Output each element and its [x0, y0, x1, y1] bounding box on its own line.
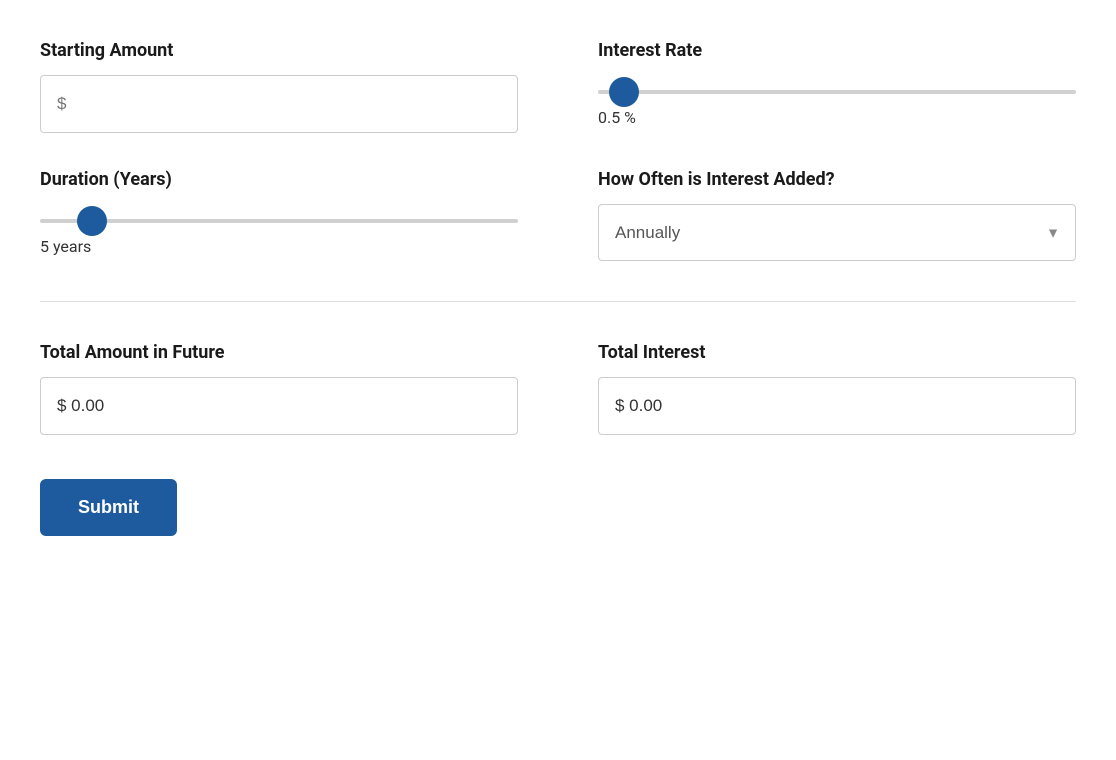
total-future-section: Total Amount in Future	[40, 342, 518, 435]
interest-rate-slider-wrapper: 0.5 %	[598, 75, 1076, 127]
total-future-input	[40, 377, 518, 435]
interest-rate-section: Interest Rate 0.5 %	[598, 40, 1076, 133]
submit-button[interactable]: Submit	[40, 479, 177, 536]
starting-amount-label: Starting Amount	[40, 40, 518, 61]
duration-section: Duration (Years) 5 years	[40, 169, 518, 261]
interest-rate-value: 0.5 %	[598, 108, 1076, 127]
starting-amount-input[interactable]	[40, 75, 518, 133]
total-interest-input	[598, 377, 1076, 435]
compounding-section: How Often is Interest Added? Annually Se…	[598, 169, 1076, 261]
total-interest-section: Total Interest	[598, 342, 1076, 435]
section-divider	[40, 301, 1076, 302]
duration-label: Duration (Years)	[40, 169, 518, 190]
interest-rate-label: Interest Rate	[598, 40, 1076, 61]
compounding-select[interactable]: Annually Semi-Annually Quarterly Monthly…	[598, 204, 1076, 261]
starting-amount-section: Starting Amount	[40, 40, 518, 133]
compounding-label: How Often is Interest Added?	[598, 169, 1076, 190]
total-interest-label: Total Interest	[598, 342, 1076, 363]
duration-slider[interactable]	[40, 219, 518, 223]
duration-value: 5 years	[40, 237, 518, 256]
submit-row: Submit	[40, 479, 1076, 536]
interest-rate-slider[interactable]	[598, 90, 1076, 94]
compounding-select-wrapper: Annually Semi-Annually Quarterly Monthly…	[598, 204, 1076, 261]
duration-slider-wrapper: 5 years	[40, 204, 518, 256]
total-future-label: Total Amount in Future	[40, 342, 518, 363]
